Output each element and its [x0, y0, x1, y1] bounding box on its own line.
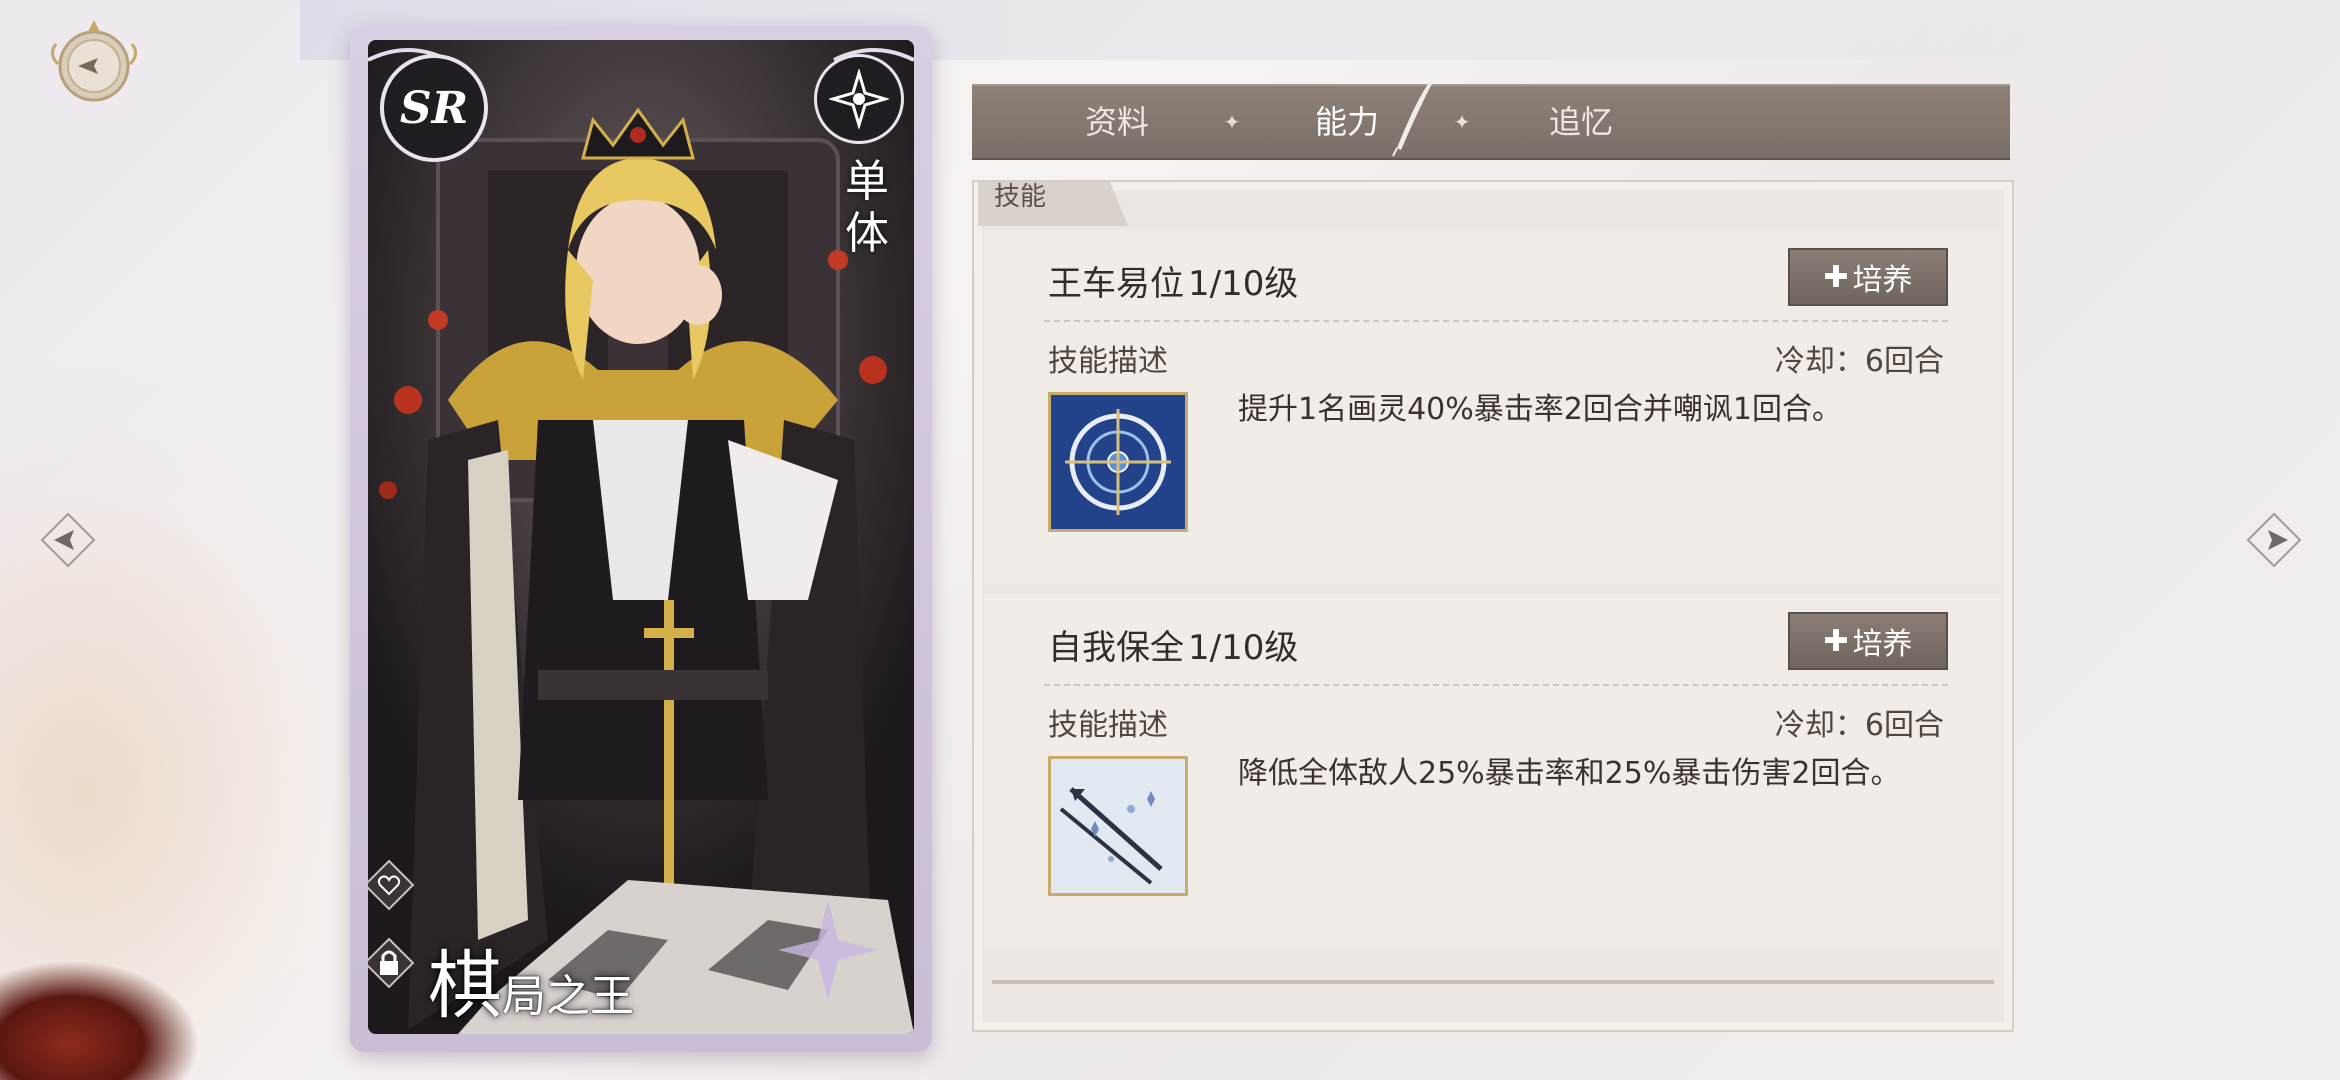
- skill-name: 王车易位: [1048, 264, 1184, 304]
- skill-level: 1/10级: [1188, 264, 1299, 304]
- tab-profile[interactable]: 资料: [1062, 86, 1172, 158]
- skill-level: 1/10级: [1188, 628, 1299, 668]
- back-emblem-icon: [51, 20, 137, 102]
- skill-type-badge: [814, 54, 904, 144]
- rarity-badge: SR: [380, 54, 488, 162]
- compass-target-icon[interactable]: [1048, 392, 1188, 532]
- favorite-button[interactable]: [368, 858, 416, 912]
- prev-card-arrow[interactable]: [38, 510, 98, 570]
- right-arrow-icon: [2246, 512, 2302, 568]
- train-button-label: 培养: [1852, 627, 1913, 662]
- skill-description-label: 技能描述: [1048, 708, 1168, 743]
- heart-icon: [368, 859, 415, 911]
- divider: [1044, 684, 1948, 686]
- train-skill-button[interactable]: ✚ 培养: [1788, 612, 1948, 670]
- character-artwork: SR 单体 棋局之王: [368, 40, 914, 1034]
- divider: [1044, 320, 1948, 322]
- panel-footer-divider: [992, 980, 1994, 984]
- detail-tab-bar: 资料 ✦ 能力 ✦ 追忆: [972, 80, 2010, 160]
- quill-pen-icon: [1392, 80, 1433, 157]
- character-name: 棋局之王: [428, 926, 634, 1033]
- skills-panel: 技能 王车易位 1/10级 ✚ 培养 技能描述 冷却：6回合 提升1名画灵40%…: [972, 180, 2014, 1032]
- tab-separator-icon: ✦: [1223, 110, 1241, 134]
- skill-cooldown: 冷却：6回合: [1774, 344, 1944, 379]
- left-arrow-icon: [40, 512, 96, 568]
- lock-icon: [368, 937, 415, 989]
- tab-memories[interactable]: 追忆: [1526, 86, 1636, 158]
- lock-button[interactable]: [368, 936, 416, 990]
- plus-icon: ✚: [1823, 623, 1849, 659]
- skill-description: 降低全体敌人25%暴击率和25%暴击伤害2回合。: [1238, 756, 1901, 791]
- compass-star-icon: [829, 69, 889, 129]
- back-button[interactable]: [38, 14, 150, 110]
- skill-card: 王车易位 1/10级 ✚ 培养 技能描述 冷却：6回合 提升1名画灵40%暴击率…: [984, 230, 2000, 584]
- target-type-label: 单体: [845, 156, 889, 259]
- skill-description-label: 技能描述: [1048, 344, 1168, 379]
- next-card-arrow[interactable]: [2244, 510, 2304, 570]
- arrows-snowflake-icon[interactable]: [1048, 756, 1188, 896]
- section-label: 技能: [994, 182, 1047, 212]
- character-card: SR 单体 棋局之王: [350, 26, 932, 1052]
- skill-card: 自我保全 1/10级 ✚ 培养 技能描述 冷却：6回合 降低全体敌人25%暴击率…: [984, 594, 2000, 948]
- train-skill-button[interactable]: ✚ 培养: [1788, 248, 1948, 306]
- character-illustration: [368, 40, 914, 1034]
- plus-icon: ✚: [1823, 259, 1849, 295]
- skill-cooldown: 冷却：6回合: [1774, 708, 1944, 743]
- tab-separator-icon: ✦: [1453, 110, 1471, 134]
- tab-abilities[interactable]: 能力: [1292, 86, 1402, 158]
- train-button-label: 培养: [1852, 263, 1913, 298]
- skill-name: 自我保全: [1048, 628, 1184, 668]
- character-name-first: 棋: [428, 943, 502, 1029]
- rose-decoration: [0, 960, 200, 1080]
- skill-description: 提升1名画灵40%暴击率2回合并嘲讽1回合。: [1238, 392, 1842, 427]
- character-name-rest: 局之王: [502, 971, 634, 1022]
